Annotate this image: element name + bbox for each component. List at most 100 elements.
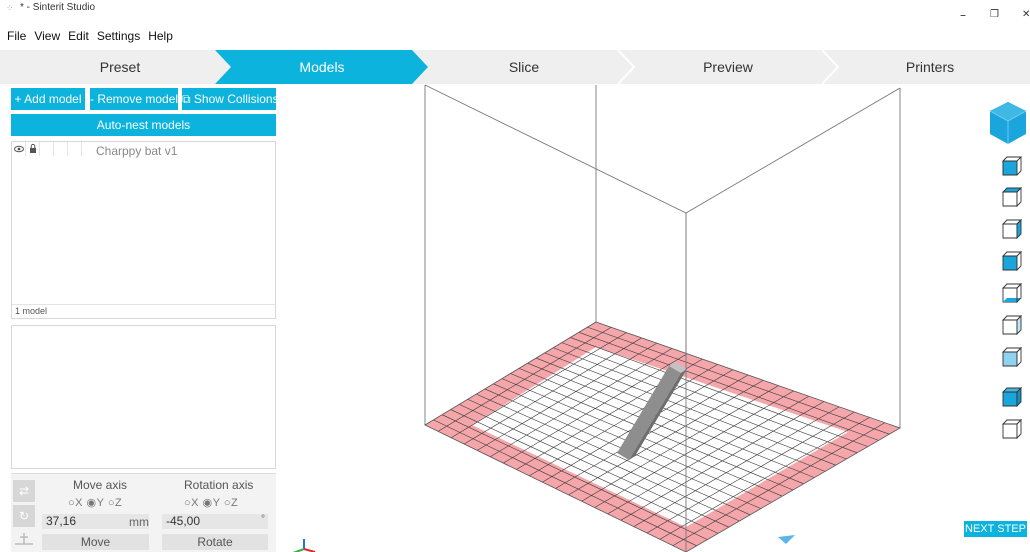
auto-nest-button[interactable]: Auto-nest models: [11, 114, 276, 136]
minimize-icon[interactable]: –: [960, 8, 966, 22]
view-left-icon[interactable]: [1001, 314, 1023, 336]
move-unit: mm: [129, 515, 149, 529]
rotation-axis-label: Rotation axis: [184, 478, 254, 492]
bed-grid-line: [503, 353, 688, 464]
title-bar: ⁘ * - Sinterit Studio – ❐ ✕: [0, 0, 1030, 26]
tab-preview[interactable]: Preview: [628, 50, 828, 84]
bed-grid-line: [463, 337, 642, 445]
menu-bar: File View Edit Settings Help: [0, 26, 1030, 46]
bed-grid-line: [437, 327, 612, 432]
lock-icon[interactable]: [29, 143, 39, 155]
tab-slice[interactable]: Slice: [424, 50, 624, 84]
bed-grid-line: [459, 404, 729, 528]
rotate-button[interactable]: Rotate: [162, 534, 268, 550]
print-bed-border: [425, 322, 900, 552]
bed-grid-line: [561, 342, 858, 454]
app-icon: ⁘: [6, 3, 14, 13]
bed-grid-line: [620, 401, 825, 521]
bed-grid-line: [518, 368, 804, 485]
bed-grid-line: [587, 326, 890, 435]
bed-grid-line: [450, 409, 719, 534]
model-name: Charppy bat v1: [96, 144, 178, 158]
bed-grid-line: [542, 369, 733, 483]
bed-grid-line: [476, 393, 751, 516]
model-details-panel: [11, 325, 276, 469]
eye-icon[interactable]: [14, 144, 26, 156]
view-wireframe-icon[interactable]: [1001, 418, 1023, 440]
print-bed-area: [472, 347, 848, 527]
rotation-unit: °: [261, 514, 265, 525]
view-buttons: [1001, 156, 1023, 440]
view-solid-icon[interactable]: [1001, 386, 1023, 408]
show-collisions-button[interactable]: ⧉ Show Collisions: [182, 88, 276, 110]
build-volume: [424, 84, 901, 552]
transform-panel: ⇄ ↻ Move axis Rotation axis ○X ◉Y ○Z ○X …: [11, 473, 276, 552]
bed-grid-line: [441, 414, 708, 540]
bed-grid-line: [510, 373, 794, 491]
bed-grid-line: [659, 417, 870, 540]
menu-settings[interactable]: Settings: [93, 26, 144, 46]
menu-help[interactable]: Help: [144, 26, 177, 46]
restore-icon[interactable]: ❐: [990, 9, 999, 20]
move-value: 37,16: [46, 514, 77, 528]
bed-grid-line: [529, 364, 718, 477]
view-right-icon[interactable]: [1001, 218, 1023, 240]
bed-grid-line: [490, 348, 673, 458]
rotation-value: -45,00: [166, 514, 201, 528]
bed-grid-line: [553, 347, 847, 460]
move-tool-icon[interactable]: ⇄: [13, 480, 35, 502]
bed-grid-line: [477, 342, 657, 451]
bed-grid-line: [450, 332, 627, 438]
scale-tool-icon[interactable]: [13, 532, 35, 546]
tab-models[interactable]: Models: [222, 50, 422, 84]
bed-grid-line: [433, 419, 697, 547]
view-iso-icon[interactable]: [1001, 156, 1023, 176]
remove-model-button[interactable]: - Remove model: [90, 88, 178, 110]
move-axis-label: Move axis: [73, 478, 128, 492]
rotate-tool-icon[interactable]: ↻: [13, 505, 35, 527]
step-tabs: Preset Models Slice Preview Printers: [0, 50, 1030, 84]
bed-front-marker: [778, 535, 795, 544]
rotation-value-input[interactable]: -45,00: [162, 514, 268, 529]
bed-grid-line: [578, 332, 879, 441]
model-count: 1 model: [12, 304, 275, 318]
tab-printers[interactable]: Printers: [830, 50, 1030, 84]
bed-grid-line: [555, 374, 749, 489]
bed-grid-line: [633, 406, 840, 527]
tab-preset[interactable]: Preset: [20, 50, 220, 84]
view-top-icon[interactable]: [1001, 186, 1023, 208]
view-back-icon[interactable]: [1001, 346, 1023, 368]
view-front-icon[interactable]: [1001, 250, 1023, 272]
bed-grid-line: [467, 398, 740, 522]
bed-grid-line: [607, 395, 809, 515]
menu-edit[interactable]: Edit: [64, 26, 93, 46]
model-list: Charppy bat v1 1 model: [11, 141, 276, 319]
window-title: * - Sinterit Studio: [20, 2, 96, 13]
bed-grid-line: [484, 388, 762, 509]
bed-grid-line: [516, 358, 703, 470]
bed-grid-line: [527, 362, 815, 478]
view-bottom-icon[interactable]: [1001, 282, 1023, 304]
bed-grid-line: [672, 422, 885, 546]
bed-grid-line: [568, 380, 764, 496]
bed-grid-line: [646, 411, 855, 534]
rotation-axis-radios[interactable]: ○X ◉Y ○Z: [184, 496, 238, 509]
bed-grid-line: [581, 385, 779, 502]
close-icon[interactable]: ✕: [1022, 9, 1030, 20]
bed-grid-line: [570, 337, 869, 447]
menu-view[interactable]: View: [30, 26, 64, 46]
move-axis-radios[interactable]: ○X ◉Y ○Z: [68, 496, 122, 509]
view-cube-icon[interactable]: [986, 100, 1030, 146]
add-model-button[interactable]: + Add model: [11, 88, 85, 110]
bed-grid-line: [544, 352, 836, 466]
print-bed-grid: [433, 326, 890, 547]
menu-file[interactable]: File: [0, 26, 30, 46]
model-charppy-bat[interactable]: [617, 362, 687, 460]
bed-grid-line: [536, 357, 826, 472]
axis-gizmo-icon: [292, 539, 316, 552]
move-button[interactable]: Move: [42, 534, 149, 550]
next-step-button[interactable]: NEXT STEP: [964, 521, 1027, 537]
bed-grid-line: [493, 383, 772, 503]
bed-grid-line: [594, 390, 794, 508]
bed-grid-line: [501, 378, 783, 497]
